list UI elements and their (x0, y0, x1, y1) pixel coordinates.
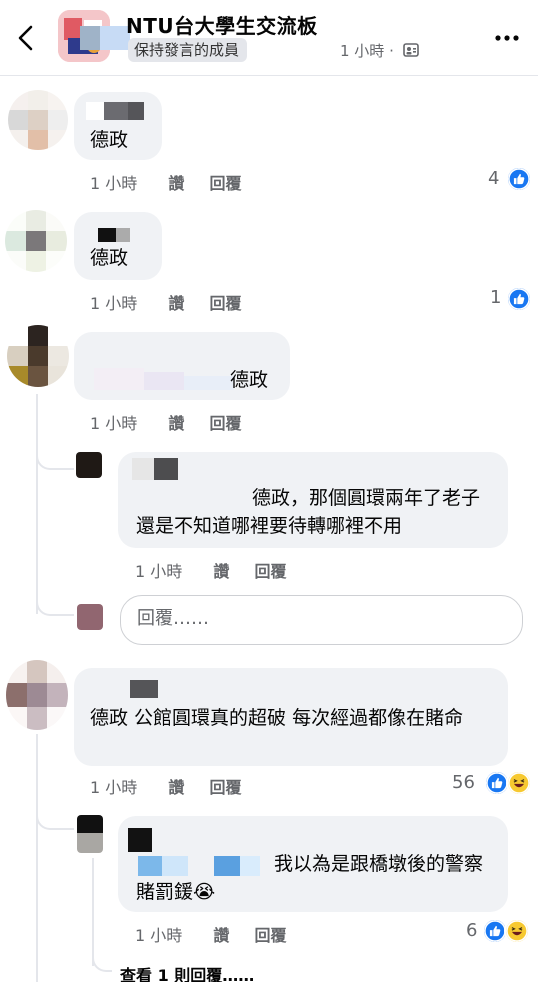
reply-connector (36, 590, 74, 616)
reply-button[interactable]: 回覆 (209, 778, 241, 797)
more-options-icon[interactable] (493, 28, 521, 48)
post-timestamp[interactable]: 1 小時 · (340, 40, 394, 61)
commenter-avatar[interactable] (6, 660, 68, 730)
reply-text: 德政，那個圓環兩年了老子還是不知道哪裡要待轉哪裡不用 (136, 487, 481, 537)
comment-time[interactable]: 1 小時 (90, 778, 137, 797)
thread-line (36, 394, 38, 614)
group-audience-icon (403, 43, 419, 57)
haha-reaction-icon (506, 770, 532, 796)
reply-bubble[interactable]: 我以為是跟橋墩後的警察賭罰鍰😭 (118, 816, 508, 912)
commenter-name-blur (86, 102, 144, 120)
comment-actions: 1 小時 讚 回覆 (90, 290, 242, 314)
comment-bubble[interactable]: 德政 (74, 92, 162, 160)
comment-time[interactable]: 1 小時 (90, 294, 137, 313)
reply-input[interactable]: 回覆…… (120, 595, 523, 645)
reply-button[interactable]: 回覆 (254, 926, 286, 945)
group-name[interactable]: NTU台大學生交流板 (126, 10, 318, 39)
like-button[interactable]: 讚 (168, 778, 184, 797)
reply-time[interactable]: 1 小時 (135, 562, 182, 581)
view-more-replies-link[interactable]: 查看 1 則回覆…… (120, 962, 254, 982)
reply-actions: 1 小時 讚 回覆 (135, 558, 287, 582)
author-avatar-blur (80, 26, 130, 50)
thread-line (36, 734, 38, 982)
reaction-count[interactable]: 4 (488, 168, 499, 189)
like-reaction-icon (506, 286, 532, 312)
member-badge: 保持發言的成員 (128, 38, 248, 62)
reaction-count[interactable]: 6 (466, 920, 477, 941)
comment-time[interactable]: 1 小時 (90, 174, 137, 193)
like-button[interactable]: 讚 (213, 562, 229, 581)
reply-avatar[interactable] (76, 452, 102, 478)
replier-name-blur (132, 458, 178, 480)
commenter-name-blur (98, 228, 130, 242)
comment-bubble[interactable]: 德政 (74, 332, 290, 400)
comment-time[interactable]: 1 小時 (90, 414, 137, 433)
reply-connector (36, 806, 74, 830)
reply-button[interactable]: 回覆 (209, 294, 241, 313)
reply-time[interactable]: 1 小時 (135, 926, 182, 945)
commenter-avatar[interactable] (5, 210, 67, 272)
reply-connector (92, 952, 112, 972)
comment-bubble[interactable]: 德政 (74, 212, 162, 280)
reply-connector (36, 446, 74, 470)
reply-text: 我以為是跟橋墩後的警察賭罰鍰😭 (136, 853, 484, 903)
commenter-avatar[interactable] (8, 90, 68, 150)
back-chevron-icon[interactable] (14, 24, 38, 52)
like-button[interactable]: 讚 (213, 926, 229, 945)
reply-bubble[interactable]: 德政，那個圓環兩年了老子還是不知道哪裡要待轉哪裡不用 (118, 452, 508, 548)
like-reaction-icon (506, 166, 532, 192)
like-button[interactable]: 讚 (168, 174, 184, 193)
reply-button[interactable]: 回覆 (254, 562, 286, 581)
commenter-avatar[interactable] (7, 325, 69, 387)
comment-text: 德政 (90, 247, 129, 269)
commenter-name-blur (130, 680, 158, 698)
comment-text: 德政 公館圓環真的超破 每次經過都像在賭命 (90, 707, 464, 729)
comment-actions: 1 小時 讚 回覆 (90, 774, 242, 798)
like-button[interactable]: 讚 (168, 294, 184, 313)
commenter-name-blur (94, 368, 234, 390)
comment-text: 德政 (90, 129, 129, 151)
comment-bubble[interactable]: 德政 公館圓環真的超破 每次經過都像在賭命 (74, 668, 508, 766)
reply-button[interactable]: 回覆 (209, 174, 241, 193)
like-button[interactable]: 讚 (168, 414, 184, 433)
post-header: NTU台大學生交流板 保持發言的成員 1 小時 · (0, 0, 538, 76)
reaction-count[interactable]: 1 (490, 287, 501, 308)
reply-avatar[interactable] (77, 815, 103, 853)
comment-text: 德政 (230, 369, 269, 391)
haha-reaction-icon (504, 918, 530, 944)
comment-actions: 1 小時 讚 回覆 (90, 410, 242, 434)
reaction-count[interactable]: 56 (452, 772, 475, 793)
thread-line (92, 858, 94, 966)
current-user-avatar (77, 604, 103, 630)
reply-button[interactable]: 回覆 (209, 414, 241, 433)
comment-actions: 1 小時 讚 回覆 (90, 170, 242, 194)
reply-actions: 1 小時 讚 回覆 (135, 922, 287, 946)
